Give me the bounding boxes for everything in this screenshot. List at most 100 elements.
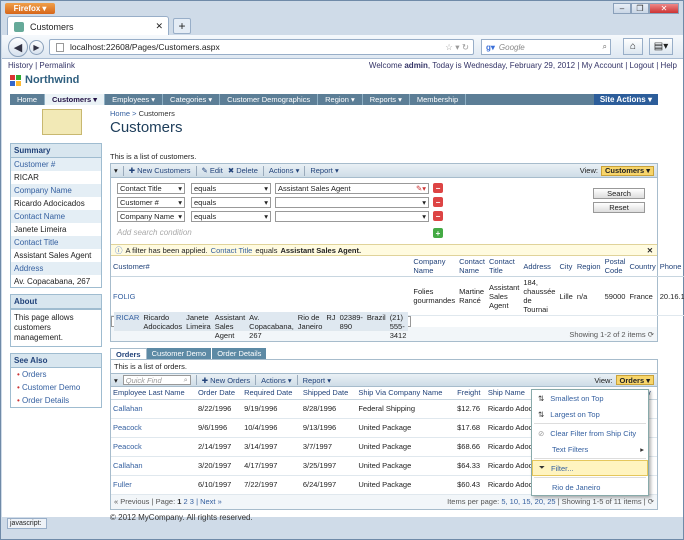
bookmark-star-icon[interactable]: ☆ ▾ ↻ bbox=[445, 42, 469, 53]
menu-employees[interactable]: Employees ▾ bbox=[105, 94, 164, 105]
delete-button[interactable]: ✖ Delete bbox=[228, 166, 258, 175]
orders-actions-menu[interactable]: Actions ▾ bbox=[261, 376, 291, 385]
filter-op-select[interactable]: equals ▾ bbox=[191, 183, 271, 194]
remove-condition-icon[interactable]: − bbox=[433, 211, 443, 221]
prev-page-link[interactable]: « Previous bbox=[114, 497, 149, 506]
column-header[interactable]: Customer# bbox=[111, 256, 412, 277]
firefox-menu-button[interactable]: Firefox ▾ bbox=[5, 3, 55, 14]
site-actions-button[interactable]: Site Actions ▾ bbox=[593, 94, 658, 105]
column-header[interactable]: Country bbox=[627, 256, 658, 277]
forward-arrow-icon[interactable]: ▶ bbox=[29, 40, 44, 55]
minimize-icon[interactable]: – bbox=[613, 3, 631, 14]
new-orders-button[interactable]: ✚ New Orders bbox=[202, 376, 250, 385]
address-bar[interactable]: localhost:22608/Pages/Customers.aspx ☆ ▾… bbox=[49, 39, 474, 55]
orders-report-menu[interactable]: Report ▾ bbox=[303, 376, 331, 385]
home-icon[interactable]: ⌂ bbox=[623, 38, 643, 55]
refresh-icon[interactable]: ⟳ bbox=[648, 330, 654, 339]
close-window-icon[interactable]: ✕ bbox=[649, 3, 679, 14]
orders-view-selector[interactable]: Orders ▾ bbox=[615, 375, 654, 385]
back-arrow-icon[interactable]: ◀ bbox=[8, 37, 28, 57]
filter-field-select[interactable]: Company Name ▾ bbox=[117, 211, 185, 222]
see-also-orders-link[interactable]: Orders bbox=[11, 368, 101, 381]
search-box[interactable]: g▾ Google ⌕ bbox=[481, 39, 611, 55]
menu-handle-icon[interactable]: ▾ bbox=[114, 376, 118, 385]
actions-menu[interactable]: Actions ▾ bbox=[269, 166, 299, 175]
refresh-icon[interactable]: ⟳ bbox=[648, 497, 654, 506]
page-1-link[interactable]: 1 bbox=[177, 497, 181, 506]
filter-field-select[interactable]: Contact Title ▾ bbox=[117, 183, 185, 194]
menu-home[interactable]: Home bbox=[10, 94, 46, 105]
see-also-order-details-link[interactable]: Order Details bbox=[11, 394, 101, 407]
column-header[interactable]: Address bbox=[521, 256, 558, 277]
customers-view-selector[interactable]: Customers ▾ bbox=[600, 165, 654, 176]
browser-tab[interactable]: Customers ✕ bbox=[7, 16, 169, 36]
page-2-link[interactable]: 2 bbox=[184, 497, 188, 506]
see-also-customer-demo-link[interactable]: Customer Demo bbox=[11, 381, 101, 394]
menu-reports[interactable]: Reports ▾ bbox=[363, 94, 410, 105]
table-row[interactable]: RICAR Ricardo Adocicados Janete Limeira Ass… bbox=[111, 312, 412, 340]
column-header[interactable]: Ship Via Company Name bbox=[356, 387, 456, 400]
restore-icon[interactable]: ❐ bbox=[631, 3, 649, 14]
column-header[interactable]: Order Date bbox=[195, 387, 243, 400]
column-header[interactable]: Required Date bbox=[242, 387, 301, 400]
column-header[interactable]: Region bbox=[574, 256, 603, 277]
my-account-link[interactable]: My Account bbox=[582, 61, 623, 70]
table-row[interactable]: FOLIG Folies gourmandes Martine Rancé Assis… bbox=[111, 276, 684, 316]
history-link[interactable]: History bbox=[8, 61, 33, 70]
reset-button[interactable]: Reset bbox=[593, 202, 645, 213]
column-header[interactable]: Freight bbox=[455, 387, 486, 400]
edit-button[interactable]: ✎ Edit bbox=[202, 166, 223, 175]
quick-find-input[interactable]: Quick Find ⌕ bbox=[122, 375, 191, 385]
filter-value-input[interactable]: Assistant Sales Agent ✎▾ bbox=[275, 183, 429, 194]
menu-sort-asc[interactable]: ⇅ Smallest on Top bbox=[532, 390, 648, 406]
menu-text-filters[interactable]: Text Filters ▸ bbox=[532, 441, 648, 457]
tab-order-details[interactable]: Order Details bbox=[212, 348, 268, 359]
breadcrumb-home-link[interactable]: Home bbox=[110, 109, 130, 118]
menu-customers[interactable]: Customers ▾ bbox=[45, 94, 106, 105]
filter-field-link[interactable]: Contact Title bbox=[211, 246, 253, 255]
menu-clear-filter[interactable]: ⊘ Clear Filter from Ship City bbox=[532, 425, 648, 441]
add-condition-placeholder[interactable]: Add search condition bbox=[117, 228, 192, 237]
tab-customer-demo[interactable]: Customer Demo bbox=[146, 348, 213, 359]
column-header[interactable]: Contact Name bbox=[457, 256, 487, 277]
remove-condition-icon[interactable]: − bbox=[433, 197, 443, 207]
page-3-link[interactable]: 3 bbox=[190, 497, 194, 506]
menu-sort-desc[interactable]: ⇅ Largest on Top bbox=[532, 406, 648, 422]
close-filter-icon[interactable]: ✕ bbox=[647, 246, 653, 255]
app-logo[interactable]: Northwind bbox=[10, 74, 79, 86]
column-header[interactable]: Company Name bbox=[411, 256, 458, 277]
search-button[interactable]: Search bbox=[593, 188, 645, 199]
search-icon[interactable]: ⌕ bbox=[603, 42, 607, 52]
new-tab-button[interactable]: + bbox=[173, 18, 191, 34]
add-condition-icon[interactable]: + bbox=[433, 228, 443, 238]
page-size-links[interactable]: 5, 10, 15, 20, 25 bbox=[501, 497, 555, 506]
column-header[interactable]: Shipped Date bbox=[300, 387, 357, 400]
filter-value-input[interactable]: ▾ bbox=[275, 211, 429, 222]
menu-region[interactable]: Region ▾ bbox=[318, 94, 363, 105]
menu-filter-value[interactable]: Rio de Janeiro bbox=[532, 479, 648, 495]
help-link[interactable]: Help bbox=[661, 61, 677, 70]
menu-filter[interactable]: ⏷ Filter... bbox=[532, 460, 648, 476]
filter-op-select[interactable]: equals ▾ bbox=[191, 197, 271, 208]
menu-membership[interactable]: Membership bbox=[410, 94, 467, 105]
close-tab-icon[interactable]: ✕ bbox=[155, 21, 163, 32]
menu-handle-icon[interactable]: ▾ bbox=[114, 166, 118, 175]
menu-demographics[interactable]: Customer Demographics bbox=[220, 94, 319, 105]
column-header[interactable]: City bbox=[557, 256, 575, 277]
next-page-link[interactable]: | Next » bbox=[196, 497, 222, 506]
logout-link[interactable]: Logout bbox=[630, 61, 654, 70]
tab-orders[interactable]: Orders bbox=[110, 348, 147, 359]
column-header[interactable]: Postal Code bbox=[602, 256, 628, 277]
filter-op-select[interactable]: equals ▾ bbox=[191, 211, 271, 222]
permalink-link[interactable]: Permalink bbox=[39, 61, 75, 70]
remove-condition-icon[interactable]: − bbox=[433, 183, 443, 193]
report-menu[interactable]: Report ▾ bbox=[310, 166, 338, 175]
column-header[interactable]: Phone bbox=[657, 256, 684, 277]
filter-field-select[interactable]: Customer # ▾ bbox=[117, 197, 185, 208]
column-header[interactable]: Contact Title bbox=[486, 256, 522, 277]
filter-value-input[interactable]: ▾ bbox=[275, 197, 429, 208]
new-customers-button[interactable]: ✚ New Customers bbox=[129, 166, 191, 175]
menu-categories[interactable]: Categories ▾ bbox=[163, 94, 221, 105]
column-header[interactable]: Employee Last Name bbox=[111, 387, 196, 400]
tools-menu-icon[interactable]: ▤▾ bbox=[649, 38, 673, 55]
